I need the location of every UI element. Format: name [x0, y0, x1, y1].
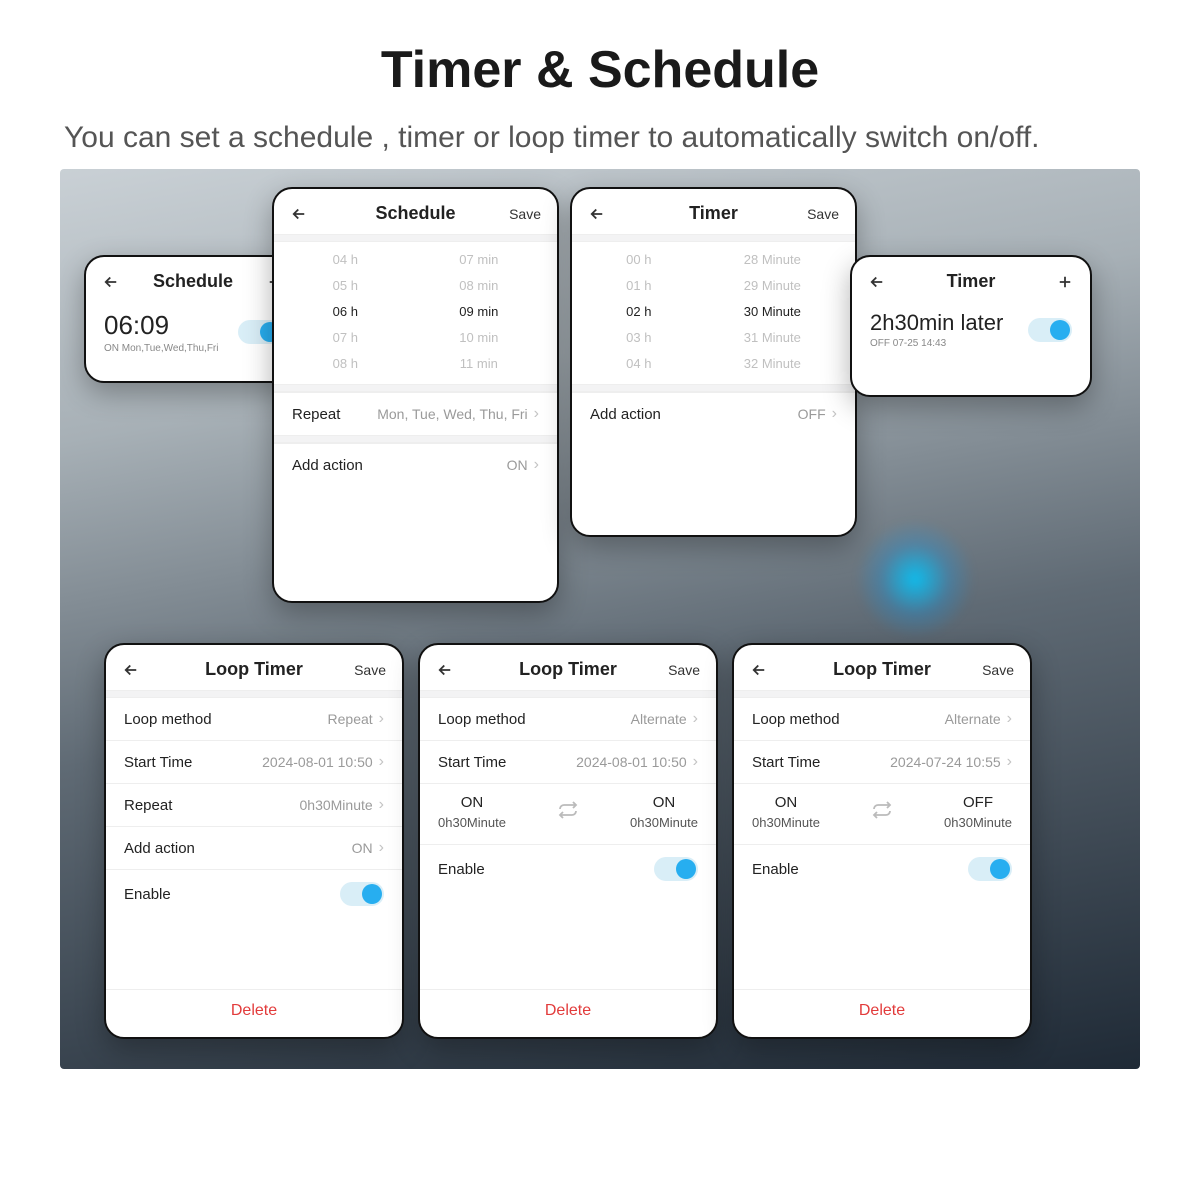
back-button[interactable]: [122, 661, 168, 679]
swap-icon: [870, 798, 894, 827]
loop-method-row[interactable]: Loop method Repeat›: [106, 698, 402, 740]
save-button[interactable]: Save: [654, 662, 700, 678]
plus-icon: [1056, 273, 1074, 291]
back-button[interactable]: [436, 661, 482, 679]
repeat-row[interactable]: Repeat 0h30Minute›: [106, 783, 402, 826]
card-title: Schedule: [148, 271, 238, 292]
add-action-label: Add action: [590, 406, 661, 423]
card-title: Loop Timer: [168, 659, 340, 680]
schedule-editor-card: Schedule Save 04 h 05 h 06 h 07 h 08 h 0…: [272, 187, 559, 603]
back-button[interactable]: [588, 205, 634, 223]
timer-summary-card: Timer 2h30min later OFF 07-25 14:43: [850, 255, 1092, 397]
decorative-glow: [855, 519, 975, 639]
repeat-label: Repeat: [292, 406, 340, 423]
chevron-right-icon: ›: [832, 405, 837, 423]
back-icon: [588, 205, 606, 223]
alternate-durations[interactable]: ON 0h30Minute OFF 0h30Minute: [734, 783, 1030, 844]
delete-button[interactable]: Delete: [734, 989, 1030, 1032]
delete-button[interactable]: Delete: [420, 989, 716, 1032]
loop-method-row[interactable]: Loop method Alternate›: [420, 698, 716, 740]
minute-column[interactable]: 28 Minute 29 Minute 30 Minute 31 Minute …: [744, 250, 801, 374]
back-button[interactable]: [102, 273, 148, 291]
back-icon: [290, 205, 308, 223]
chevron-right-icon: ›: [693, 710, 698, 728]
timer-toggle[interactable]: [1028, 318, 1072, 342]
enable-row: Enable: [420, 844, 716, 893]
chevron-right-icon: ›: [534, 456, 539, 474]
card-title: Timer: [914, 271, 1028, 292]
loop-timer-card-alternate-a: Loop Timer Save Loop method Alternate› S…: [418, 643, 718, 1039]
card-title: Timer: [634, 203, 793, 224]
enable-toggle[interactable]: [340, 882, 384, 906]
card-title: Loop Timer: [482, 659, 654, 680]
timer-countdown: 2h30min later: [870, 310, 1003, 336]
time-picker[interactable]: 04 h 05 h 06 h 07 h 08 h 07 min 08 min 0…: [274, 242, 557, 384]
hour-column[interactable]: 04 h 05 h 06 h 07 h 08 h: [333, 250, 358, 374]
back-icon: [750, 661, 768, 679]
card-title: Loop Timer: [796, 659, 968, 680]
enable-toggle[interactable]: [968, 857, 1012, 881]
add-action-row[interactable]: Add action OFF ›: [572, 392, 855, 435]
schedule-item[interactable]: 06:09 ON Mon,Tue,Wed,Thu,Fri: [104, 310, 282, 354]
add-action-row[interactable]: Add action ON ›: [274, 443, 557, 486]
alternate-durations[interactable]: ON 0h30Minute ON 0h30Minute: [420, 783, 716, 844]
back-icon: [122, 661, 140, 679]
chevron-right-icon: ›: [379, 710, 384, 728]
stage: Schedule 06:09 ON Mon,Tue,Wed,Thu,Fri: [60, 169, 1140, 1069]
start-time-row[interactable]: Start Time 2024-08-01 10:50›: [420, 740, 716, 783]
minute-column[interactable]: 07 min 08 min 09 min 10 min 11 min: [459, 250, 498, 374]
back-button[interactable]: [868, 273, 914, 291]
add-action-label: Add action: [292, 457, 363, 474]
back-icon: [436, 661, 454, 679]
page-title: Timer & Schedule: [60, 40, 1140, 100]
start-time-row[interactable]: Start Time 2024-07-24 10:55›: [734, 740, 1030, 783]
loop-timer-card-alternate-b: Loop Timer Save Loop method Alternate› S…: [732, 643, 1032, 1039]
add-button[interactable]: [1028, 273, 1074, 291]
enable-toggle[interactable]: [654, 857, 698, 881]
repeat-value: Mon, Tue, Wed, Thu, Fri: [377, 406, 527, 422]
schedule-time: 06:09: [104, 310, 218, 341]
timer-meta: OFF 07-25 14:43: [870, 338, 1003, 349]
page-subtitle: You can set a schedule , timer or loop t…: [60, 118, 1140, 157]
chevron-right-icon: ›: [379, 796, 384, 814]
back-button[interactable]: [290, 205, 336, 223]
repeat-row[interactable]: Repeat Mon, Tue, Wed, Thu, Fri ›: [274, 392, 557, 435]
add-action-row[interactable]: Add action ON›: [106, 826, 402, 869]
chevron-right-icon: ›: [534, 405, 539, 423]
chevron-right-icon: ›: [379, 839, 384, 857]
timer-item[interactable]: 2h30min later OFF 07-25 14:43: [870, 310, 1072, 349]
delete-button[interactable]: Delete: [106, 989, 402, 1032]
save-button[interactable]: Save: [495, 206, 541, 222]
chevron-right-icon: ›: [693, 753, 698, 771]
hour-column[interactable]: 00 h 01 h 02 h 03 h 04 h: [626, 250, 651, 374]
action-value: OFF: [798, 406, 826, 422]
start-time-row[interactable]: Start Time 2024-08-01 10:50›: [106, 740, 402, 783]
chevron-right-icon: ›: [379, 753, 384, 771]
enable-row: Enable: [106, 869, 402, 918]
back-button[interactable]: [750, 661, 796, 679]
card-title: Schedule: [336, 203, 495, 224]
schedule-summary-card: Schedule 06:09 ON Mon,Tue,Wed,Thu,Fri: [84, 255, 302, 383]
action-value: ON: [507, 457, 528, 473]
loop-timer-card-repeat: Loop Timer Save Loop method Repeat› Star…: [104, 643, 404, 1039]
schedule-meta: ON Mon,Tue,Wed,Thu,Fri: [104, 343, 218, 354]
save-button[interactable]: Save: [968, 662, 1014, 678]
loop-method-row[interactable]: Loop method Alternate›: [734, 698, 1030, 740]
save-button[interactable]: Save: [340, 662, 386, 678]
chevron-right-icon: ›: [1007, 710, 1012, 728]
back-icon: [868, 273, 886, 291]
enable-row: Enable: [734, 844, 1030, 893]
chevron-right-icon: ›: [1007, 753, 1012, 771]
swap-icon: [556, 798, 580, 827]
timer-editor-card: Timer Save 00 h 01 h 02 h 03 h 04 h 28 M…: [570, 187, 857, 537]
save-button[interactable]: Save: [793, 206, 839, 222]
duration-picker[interactable]: 00 h 01 h 02 h 03 h 04 h 28 Minute 29 Mi…: [572, 242, 855, 384]
back-icon: [102, 273, 120, 291]
